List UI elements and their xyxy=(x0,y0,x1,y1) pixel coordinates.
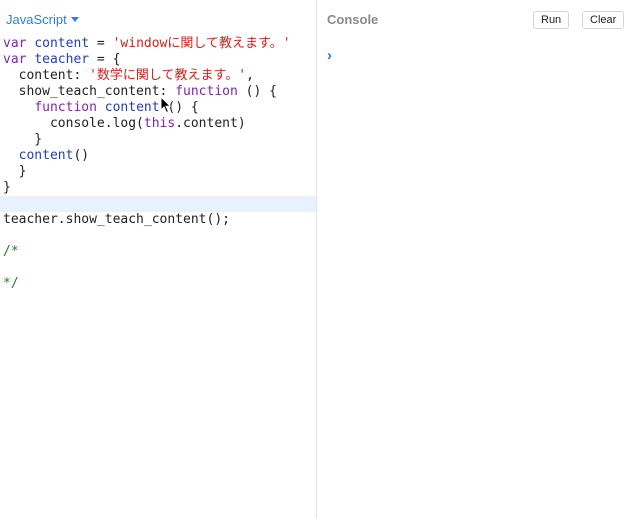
code-token: */ xyxy=(3,276,19,291)
code-line-11-active[interactable] xyxy=(0,196,316,212)
code-line-13[interactable] xyxy=(0,228,316,244)
code-token: } xyxy=(3,180,11,195)
code-token: var xyxy=(3,36,27,51)
code-token: function xyxy=(34,100,97,115)
console-prompt-icon[interactable]: › xyxy=(327,47,332,64)
code-line-3[interactable]: content: '数学に関して教えます。', xyxy=(0,68,316,84)
code-line-16[interactable]: */ xyxy=(0,276,316,292)
code-token: show_teach_content: xyxy=(3,84,176,99)
code-token: = { xyxy=(89,52,121,67)
code-token: } xyxy=(3,164,27,179)
code-token: /* xyxy=(3,244,19,259)
code-token: 'windowに関して教えます。' xyxy=(112,36,291,51)
code-token: content: xyxy=(3,68,90,83)
code-line-8[interactable]: content() xyxy=(0,148,316,164)
code-token: () { xyxy=(237,84,277,99)
code-token: var xyxy=(3,52,27,67)
code-line-2[interactable]: var teacher = { xyxy=(0,52,316,68)
code-token: function xyxy=(175,84,238,99)
code-line-7[interactable]: } xyxy=(0,132,316,148)
code-token: content xyxy=(18,148,74,163)
chevron-down-icon xyxy=(70,16,79,22)
code-token: this xyxy=(143,116,176,131)
console-pane: Console Run Clear › xyxy=(317,0,624,519)
code-area[interactable]: var content = 'windowに関して教えます。' var teac… xyxy=(0,36,316,292)
code-token: teacher xyxy=(34,52,90,67)
run-button[interactable]: Run xyxy=(533,11,570,29)
code-editor-pane[interactable]: JavaScript var content = 'windowに関して教えます… xyxy=(0,0,317,519)
code-token: } xyxy=(3,132,43,147)
app-window: JavaScript var content = 'windowに関して教えます… xyxy=(0,0,624,519)
code-line-14[interactable]: /* xyxy=(0,244,316,260)
code-line-4[interactable]: show_teach_content: function () { xyxy=(0,84,316,100)
code-token: .content) xyxy=(175,116,246,131)
code-token: = xyxy=(89,36,113,51)
mouse-pointer-icon xyxy=(160,96,172,114)
code-token: content xyxy=(34,36,90,51)
console-title: Console xyxy=(327,12,379,27)
code-token: console.log( xyxy=(3,116,144,131)
code-line-15[interactable] xyxy=(0,260,316,276)
code-line-10[interactable]: } xyxy=(0,180,316,196)
language-selector[interactable]: JavaScript xyxy=(6,11,79,27)
code-token: () xyxy=(73,148,90,163)
code-line-9[interactable]: } xyxy=(0,164,316,180)
code-line-1[interactable]: var content = 'windowに関して教えます。' xyxy=(0,36,316,52)
clear-button[interactable]: Clear xyxy=(582,11,624,29)
code-token: teacher.show_teach_content(); xyxy=(3,212,230,227)
code-line-12[interactable]: teacher.show_teach_content(); xyxy=(0,212,316,228)
code-line-6[interactable]: console.log(this.content) xyxy=(0,116,316,132)
code-token: content xyxy=(104,100,160,115)
code-token: , xyxy=(246,68,254,83)
code-line-5[interactable]: function content () { xyxy=(0,100,316,116)
language-label: JavaScript xyxy=(6,11,67,27)
code-token: '数学に関して教えます。' xyxy=(89,68,247,83)
